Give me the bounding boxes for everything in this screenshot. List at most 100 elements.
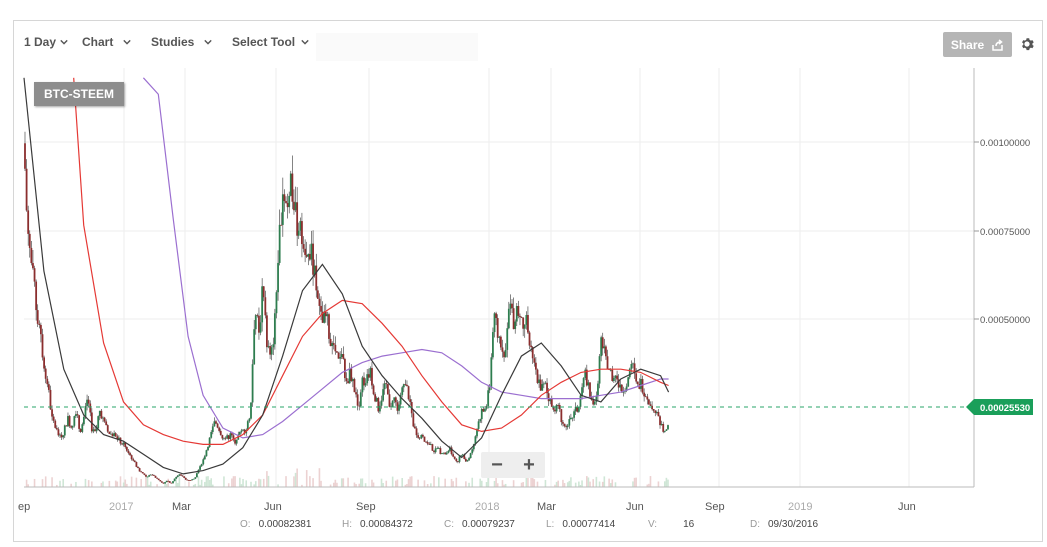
- candle-body: [71, 425, 74, 428]
- candle-body: [391, 400, 394, 407]
- ohlc-high: H: 0.00084372: [342, 519, 413, 530]
- candle-body: [122, 442, 125, 445]
- candle-body: [377, 397, 380, 412]
- volume-bar: [234, 476, 236, 487]
- candle-body: [417, 435, 420, 438]
- candle-body: [105, 421, 108, 426]
- volume-bar: [41, 479, 44, 487]
- candle-body: [560, 409, 563, 423]
- zoom-in-button[interactable]: +: [523, 455, 535, 475]
- candle-body: [600, 337, 603, 357]
- candle-body: [38, 323, 41, 326]
- candle-body: [482, 408, 485, 412]
- candle-body: [286, 202, 289, 208]
- candle-body: [160, 481, 163, 483]
- candle-body: [141, 472, 144, 474]
- volume-bar: [522, 482, 524, 487]
- volume-bar: [245, 480, 248, 487]
- candle-body: [480, 408, 483, 420]
- volume-bar: [262, 478, 265, 487]
- candle-body: [293, 201, 295, 211]
- ma-dark-line: [23, 77, 670, 475]
- candle-body: [605, 346, 607, 357]
- candle-body: [269, 346, 271, 355]
- candle-body: [36, 310, 39, 324]
- candle-body: [86, 399, 88, 407]
- candle-body: [466, 460, 469, 462]
- candle-body: [102, 417, 104, 419]
- candle-body: [436, 448, 439, 450]
- candle-body: [499, 336, 502, 348]
- volume-bar: [254, 481, 257, 487]
- candle-body: [33, 268, 36, 282]
- candle-body: [514, 321, 517, 330]
- volume-bar: [665, 477, 668, 487]
- candle-body: [517, 306, 520, 316]
- volume-bar: [232, 476, 235, 487]
- candle-body: [218, 427, 221, 431]
- volume-bar: [533, 479, 536, 487]
- candle-body: [127, 450, 130, 454]
- volume-bar: [480, 480, 483, 487]
- volume-bar: [114, 480, 117, 487]
- candle-body: [216, 423, 219, 428]
- candle-body: [312, 243, 314, 275]
- volume-bar: [231, 478, 233, 487]
- candle-body: [579, 395, 582, 407]
- candle-body: [663, 430, 666, 432]
- volume-bar: [361, 478, 364, 487]
- volume-bar: [207, 476, 209, 487]
- candle-body: [533, 358, 536, 363]
- candle-body: [635, 373, 638, 382]
- candle-body: [367, 374, 370, 378]
- candle-body: [164, 482, 166, 484]
- volume-bar: [334, 479, 337, 487]
- zoom-out-button[interactable]: −: [491, 455, 503, 475]
- candle-body: [215, 421, 217, 424]
- candle-body: [285, 201, 287, 203]
- candle-body: [544, 382, 547, 384]
- candle-body: [192, 478, 195, 480]
- candle-body: [407, 386, 410, 400]
- candle-body: [393, 397, 396, 401]
- candle-body: [515, 306, 518, 322]
- candle-body: [189, 480, 192, 481]
- candle-body: [442, 452, 445, 454]
- volume-bar: [586, 476, 588, 487]
- candle-body: [383, 383, 386, 390]
- candle-body: [344, 358, 346, 379]
- volume-bar: [305, 470, 308, 487]
- candle-body: [619, 384, 622, 388]
- candle-body: [132, 459, 135, 461]
- volume-bar: [146, 476, 149, 487]
- candle-body: [492, 332, 494, 358]
- candle-body: [665, 429, 668, 431]
- candle-body: [511, 303, 513, 309]
- candle-body: [305, 254, 308, 257]
- candle-body: [40, 325, 42, 335]
- candle-body: [565, 426, 568, 428]
- candle-body: [358, 405, 361, 407]
- volume-bar: [200, 479, 203, 487]
- candle-body: [30, 247, 33, 264]
- candle-body: [256, 315, 259, 316]
- candle-body: [484, 408, 486, 412]
- candle-body: [340, 354, 343, 358]
- volume-bar: [266, 471, 268, 487]
- candle-body: [205, 450, 208, 457]
- volume-bar: [608, 478, 610, 487]
- candle-body: [406, 384, 408, 387]
- candle-body: [589, 382, 591, 397]
- volume-bar: [401, 478, 403, 487]
- candle-body: [390, 406, 392, 408]
- volume-bar: [455, 477, 458, 487]
- candle-body: [140, 471, 143, 473]
- volume-bar: [320, 480, 322, 487]
- volume-bar: [570, 477, 572, 487]
- volume-bar: [566, 482, 569, 487]
- candle-body: [106, 425, 109, 432]
- candle-body: [566, 425, 569, 428]
- volume-bar: [609, 483, 612, 487]
- candle-body: [616, 375, 618, 380]
- volume-bar: [632, 481, 634, 487]
